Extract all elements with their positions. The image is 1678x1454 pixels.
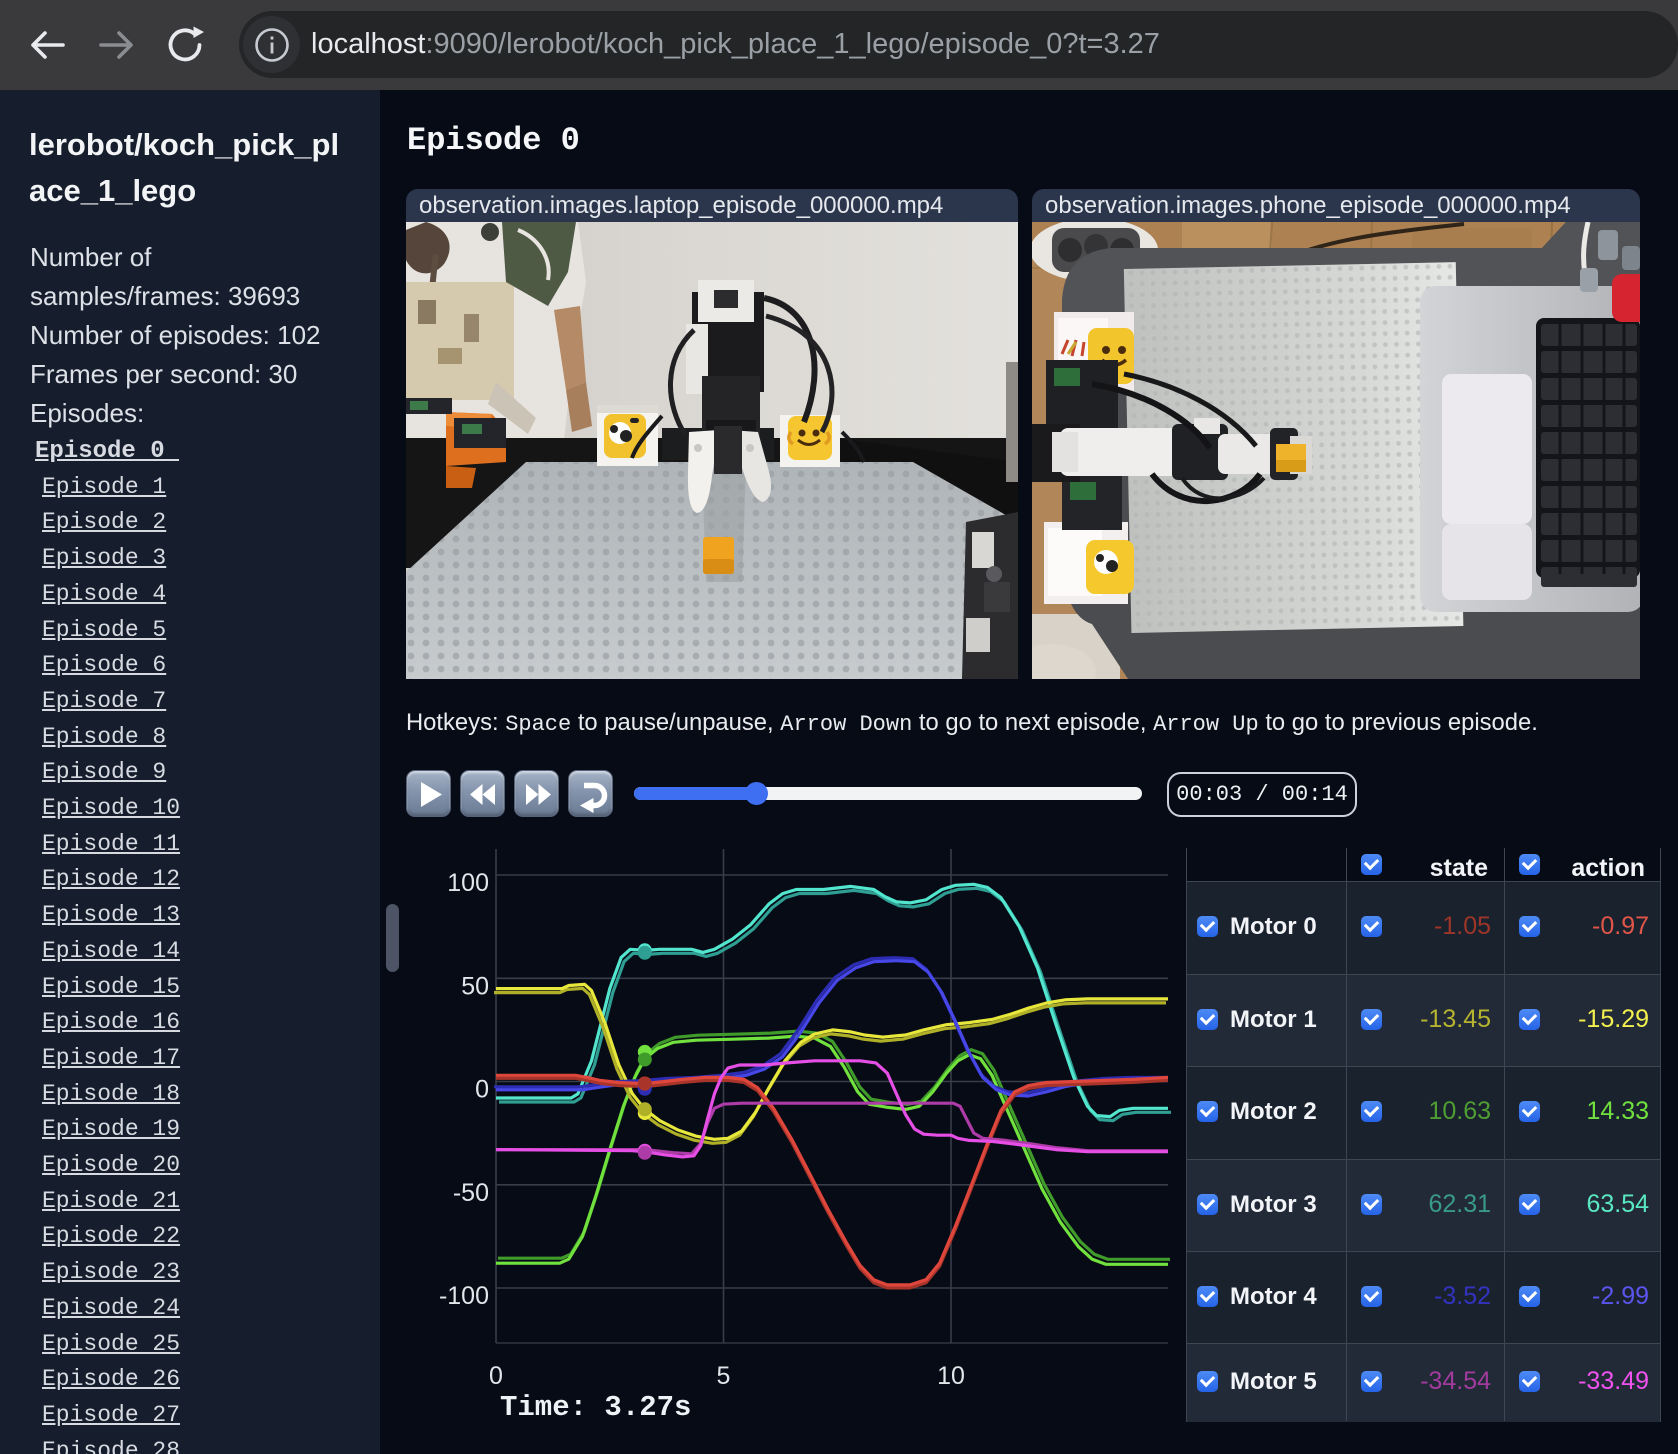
svg-text:0: 0 xyxy=(489,1362,503,1390)
svg-text:-50: -50 xyxy=(453,1179,489,1207)
svg-text:10: 10 xyxy=(937,1362,965,1390)
svg-text:Time: 3.27s: Time: 3.27s xyxy=(500,1391,691,1424)
svg-text:-100: -100 xyxy=(439,1282,489,1310)
svg-text:5: 5 xyxy=(717,1362,731,1390)
svg-text:0: 0 xyxy=(475,1076,489,1104)
svg-text:50: 50 xyxy=(461,972,489,1000)
svg-text:100: 100 xyxy=(447,869,489,897)
